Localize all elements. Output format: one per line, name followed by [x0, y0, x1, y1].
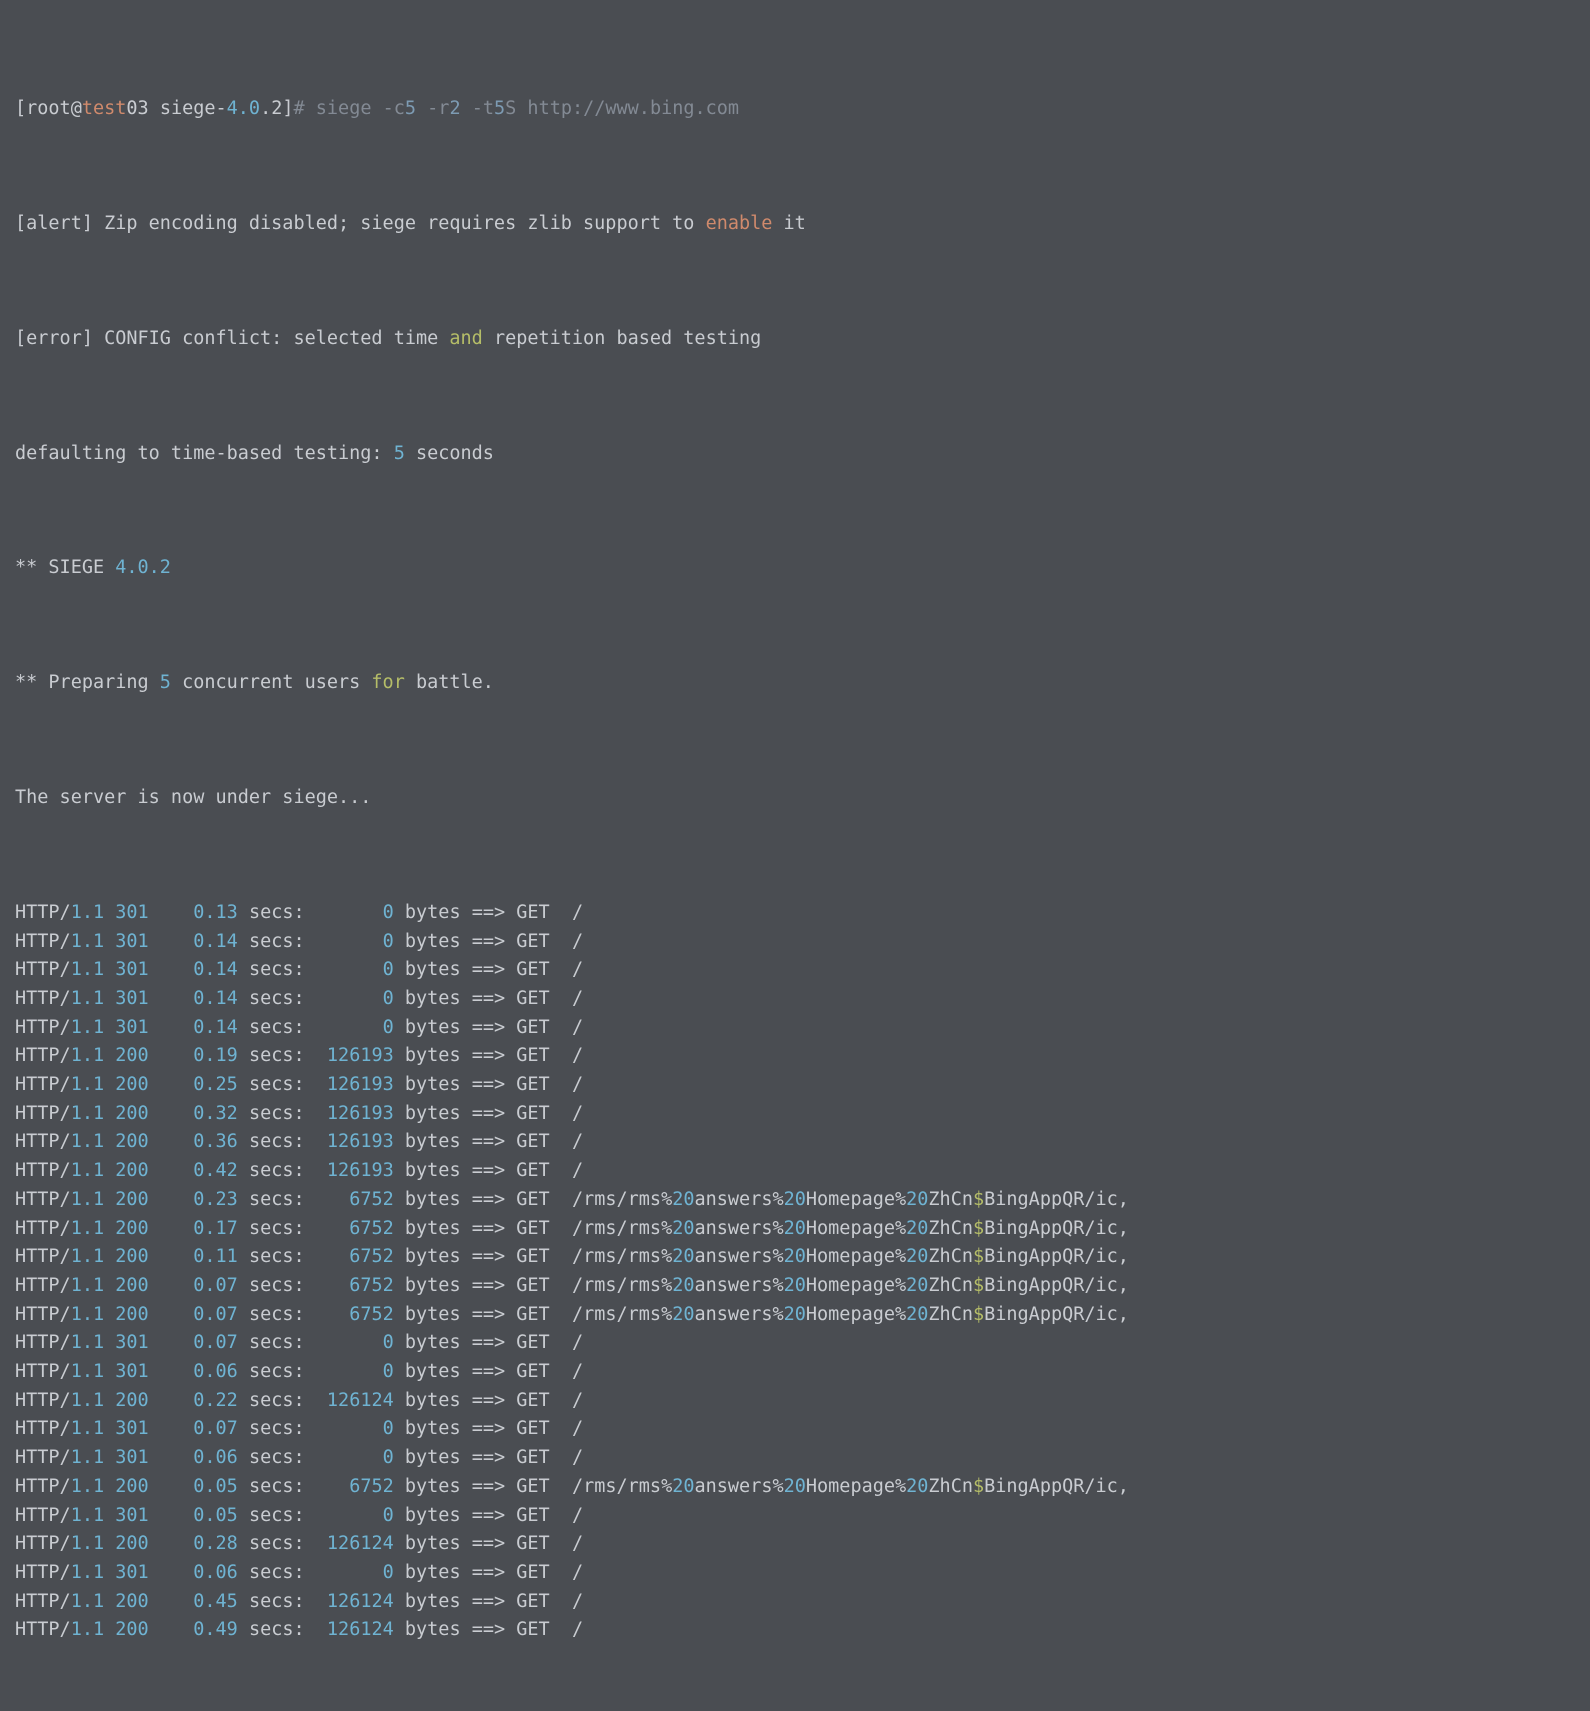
host: test [82, 98, 127, 119]
http-row: HTTP/1.1 301 0.07 secs: 0 bytes ==> GET … [15, 1415, 1575, 1444]
http-row: HTTP/1.1 301 0.14 secs: 0 bytes ==> GET … [15, 928, 1575, 957]
http-row: HTTP/1.1 200 0.11 secs: 6752 bytes ==> G… [15, 1243, 1575, 1272]
http-row: HTTP/1.1 200 0.42 secs: 126193 bytes ==>… [15, 1157, 1575, 1186]
http-row: HTTP/1.1 200 0.25 secs: 126193 bytes ==>… [15, 1071, 1575, 1100]
user: root [26, 98, 71, 119]
http-row: HTTP/1.1 301 0.13 secs: 0 bytes ==> GET … [15, 899, 1575, 928]
http-row: HTTP/1.1 200 0.36 secs: 126193 bytes ==>… [15, 1128, 1575, 1157]
bracket-open: [ [15, 98, 26, 119]
http-row: HTTP/1.1 301 0.06 secs: 0 bytes ==> GET … [15, 1444, 1575, 1473]
http-row: HTTP/1.1 200 0.28 secs: 126124 bytes ==>… [15, 1530, 1575, 1559]
http-rows: HTTP/1.1 301 0.13 secs: 0 bytes ==> GET … [15, 899, 1575, 1645]
http-row: HTTP/1.1 200 0.23 secs: 6752 bytes ==> G… [15, 1186, 1575, 1215]
url: S http://www.bing.com [505, 98, 739, 119]
at: @ [71, 98, 82, 119]
http-row: HTTP/1.1 200 0.45 secs: 126124 bytes ==>… [15, 1588, 1575, 1617]
http-row: HTTP/1.1 200 0.07 secs: 6752 bytes ==> G… [15, 1301, 1575, 1330]
cwd: siege- [160, 98, 227, 119]
command: siege -c [316, 98, 405, 119]
http-row: HTTP/1.1 301 0.05 secs: 0 bytes ==> GET … [15, 1502, 1575, 1531]
prompt-line: [root@test03 siege-4.0.2]# siege -c5 -r2… [15, 95, 1575, 124]
under-siege: The server is now under siege... [15, 784, 1575, 813]
http-row: HTTP/1.1 301 0.06 secs: 0 bytes ==> GET … [15, 1559, 1575, 1588]
http-row: HTTP/1.1 200 0.07 secs: 6752 bytes ==> G… [15, 1272, 1575, 1301]
host-num: 03 [126, 98, 148, 119]
http-row: HTTP/1.1 301 0.06 secs: 0 bytes ==> GET … [15, 1358, 1575, 1387]
terminal[interactable]: [root@test03 siege-4.0.2]# siege -c5 -r2… [0, 0, 1590, 1711]
alert-line: [alert] Zip encoding disabled; siege req… [15, 210, 1575, 239]
hash: # [294, 98, 316, 119]
http-row: HTTP/1.1 200 0.19 secs: 126193 bytes ==>… [15, 1042, 1575, 1071]
preparing-line: ** Preparing 5 concurrent users for batt… [15, 669, 1575, 698]
http-row: HTTP/1.1 301 0.07 secs: 0 bytes ==> GET … [15, 1329, 1575, 1358]
http-row: HTTP/1.1 200 0.17 secs: 6752 bytes ==> G… [15, 1215, 1575, 1244]
siege-version: ** SIEGE 4.0.2 [15, 554, 1575, 583]
http-row: HTTP/1.1 200 0.05 secs: 6752 bytes ==> G… [15, 1473, 1575, 1502]
default-line: defaulting to time-based testing: 5 seco… [15, 440, 1575, 469]
http-row: HTTP/1.1 200 0.49 secs: 126124 bytes ==>… [15, 1616, 1575, 1645]
http-row: HTTP/1.1 200 0.32 secs: 126193 bytes ==>… [15, 1100, 1575, 1129]
http-row: HTTP/1.1 301 0.14 secs: 0 bytes ==> GET … [15, 1014, 1575, 1043]
http-row: HTTP/1.1 200 0.22 secs: 126124 bytes ==>… [15, 1387, 1575, 1416]
http-row: HTTP/1.1 301 0.14 secs: 0 bytes ==> GET … [15, 956, 1575, 985]
http-row: HTTP/1.1 301 0.14 secs: 0 bytes ==> GET … [15, 985, 1575, 1014]
error-line: [error] CONFIG conflict: selected time a… [15, 325, 1575, 354]
